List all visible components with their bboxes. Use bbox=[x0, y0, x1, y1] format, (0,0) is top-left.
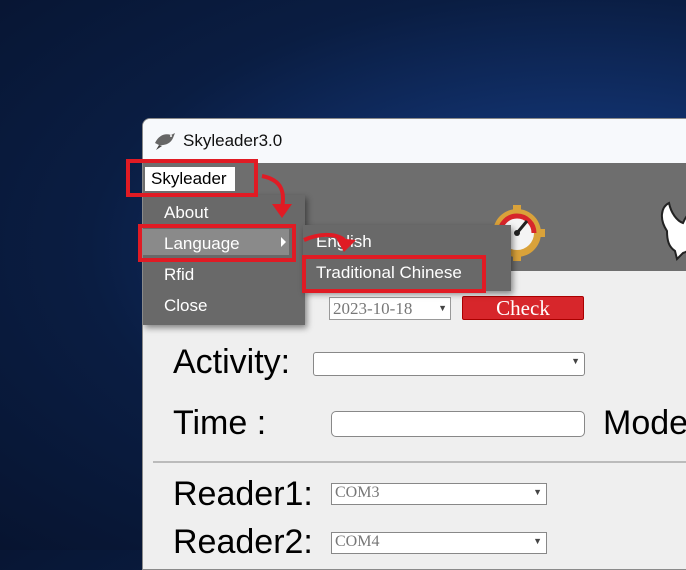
annotation-box-traditional-chinese bbox=[302, 255, 486, 293]
chevron-down-icon: ▼ bbox=[533, 487, 542, 497]
reader1-label: Reader1: bbox=[173, 475, 313, 513]
pigeon-logo-icon bbox=[661, 201, 686, 261]
menu-item-english[interactable]: English bbox=[316, 232, 372, 252]
reader2-label: Reader2: bbox=[173, 523, 313, 561]
date-value: 2023-10-18 bbox=[333, 299, 413, 318]
reader1-select[interactable]: COM3 ▼ bbox=[331, 483, 547, 505]
reader2-value: COM4 bbox=[335, 533, 380, 550]
date-picker[interactable]: 2023-10-18 ▼ bbox=[329, 297, 451, 320]
annotation-box-skyleader bbox=[126, 159, 258, 197]
reader1-value: COM3 bbox=[335, 484, 380, 501]
menu-item-about[interactable]: About bbox=[164, 203, 208, 223]
chevron-down-icon: ▼ bbox=[438, 303, 447, 313]
pigeon-icon bbox=[155, 133, 175, 150]
check-button[interactable]: Check bbox=[462, 296, 584, 320]
title-bar: Skyleader3.0 bbox=[143, 119, 686, 163]
divider bbox=[153, 461, 686, 463]
time-label: Time : bbox=[173, 404, 267, 442]
chevron-down-icon: ▼ bbox=[533, 536, 542, 546]
reader2-select[interactable]: COM4 ▼ bbox=[331, 532, 547, 554]
mode-label: Mode bbox=[603, 404, 686, 442]
window-title: Skyleader3.0 bbox=[183, 131, 283, 150]
chevron-down-icon: ▼ bbox=[571, 356, 580, 366]
activity-select[interactable]: ▼ bbox=[313, 352, 585, 376]
menu-item-rfid[interactable]: Rfid bbox=[164, 265, 194, 285]
time-input[interactable] bbox=[331, 411, 585, 437]
annotation-box-language bbox=[138, 224, 296, 262]
menu-item-close[interactable]: Close bbox=[164, 296, 207, 316]
activity-label: Activity: bbox=[173, 343, 291, 381]
